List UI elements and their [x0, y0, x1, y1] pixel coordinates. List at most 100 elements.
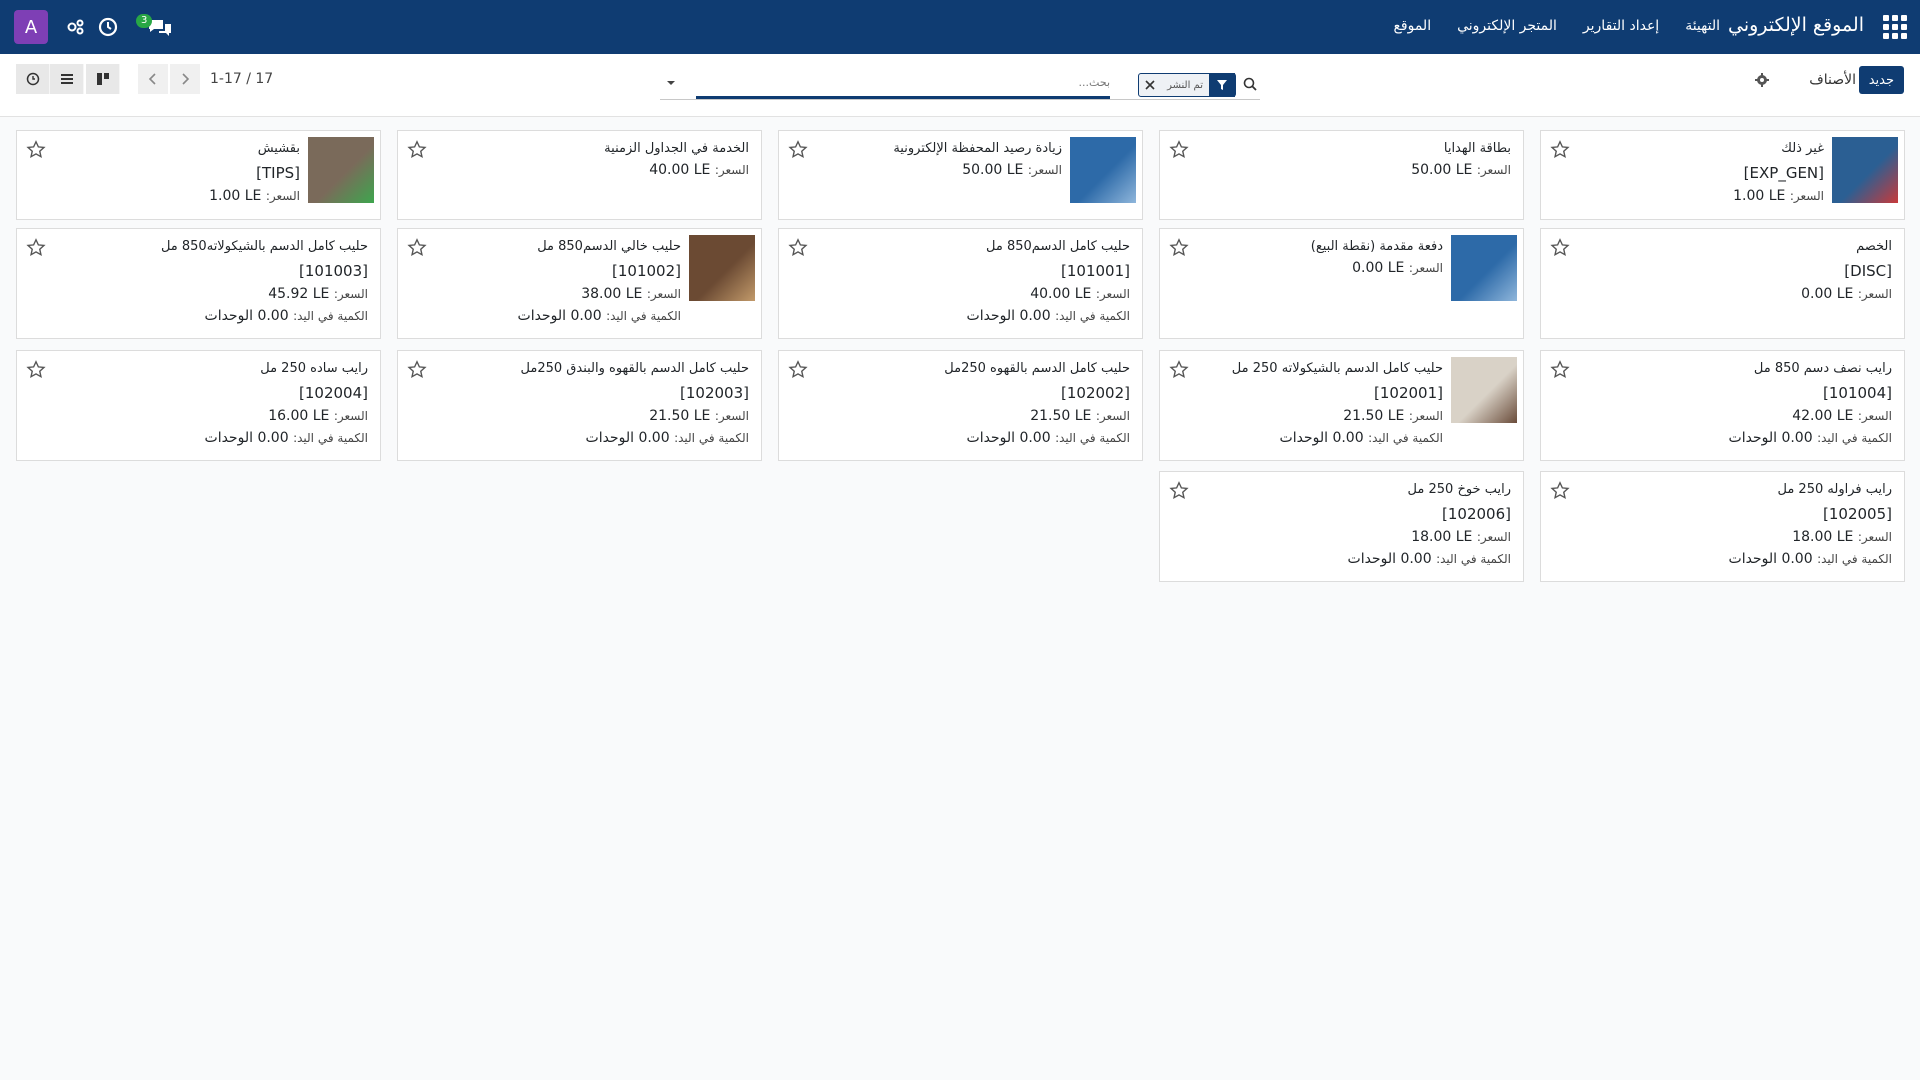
product-card[interactable]: رايب فراوله 250 مل [102005] السعر: 18.00 L…: [1540, 471, 1905, 582]
product-card-body: حليب خالي الدسم850 مل [101002] السعر: 38.0…: [518, 239, 681, 325]
qty-value: 0.00 الوحدات: [966, 430, 1051, 446]
favorite-star-icon[interactable]: [1549, 139, 1571, 161]
product-card-body: بقشيش [TIPS] السعر: 1.00 LE: [209, 141, 300, 205]
product-card[interactable]: غير ذلك [EXP_GEN] السعر: 1.00 LE: [1540, 130, 1905, 220]
apps-menu-icon[interactable]: [1882, 14, 1908, 40]
product-card-body: الخدمة في الجداول الزمنية السعر: 40.00 LE: [604, 141, 749, 179]
debug-icon[interactable]: [64, 15, 88, 39]
pager-value[interactable]: 1-17 / 17: [210, 71, 273, 87]
kanban-view-icon: [96, 73, 109, 85]
facet-remove-icon[interactable]: [1139, 74, 1161, 96]
search-options-toggle-icon[interactable]: [664, 76, 678, 90]
activity-clock-icon[interactable]: [96, 15, 120, 39]
price-value: 50.00 LE: [962, 162, 1024, 178]
product-card[interactable]: حليب كامل الدسم بالشيكولاته 250 مل [10200…: [1159, 350, 1524, 461]
product-card[interactable]: بطاقة الهدايا السعر: 50.00 LE: [1159, 130, 1524, 220]
favorite-star-icon[interactable]: [406, 359, 428, 381]
product-card[interactable]: حليب كامل الدسم850 مل [101001] السعر: 40.0…: [778, 228, 1143, 339]
product-price: السعر: 1.00 LE: [1733, 187, 1824, 205]
price-label: السعر:: [333, 287, 368, 301]
price-value: 16.00 LE: [268, 408, 330, 424]
menu-item-configuration[interactable]: التهيئة: [1685, 18, 1720, 34]
price-value: 1.00 LE: [209, 188, 262, 204]
product-card[interactable]: رايب ساده 250 مل [102004] السعر: 16.00 LE ا…: [16, 350, 381, 461]
product-name: حليب كامل الدسم بالشيكولاته850 مل: [160, 239, 368, 254]
product-code: [TIPS]: [256, 164, 300, 182]
product-name: الخدمة في الجداول الزمنية: [604, 141, 749, 156]
product-price: السعر: 0.00 LE: [1801, 285, 1892, 303]
favorite-star-icon[interactable]: [787, 139, 809, 161]
product-image: [689, 235, 755, 301]
product-code: [101001]: [1061, 262, 1130, 280]
kanban-view-button[interactable]: [86, 64, 120, 94]
product-card-body: حليب كامل الدسم بالشيكولاته 250 مل [10200…: [1232, 361, 1443, 447]
price-label: السعر:: [1476, 530, 1511, 544]
product-card[interactable]: حليب كامل الدسم بالشيكولاته850 مل [101003…: [16, 228, 381, 339]
product-card-body: زيادة رصيد المحفظة الإلكترونية السعر: 50.…: [893, 141, 1062, 179]
pager-next-button[interactable]: [170, 64, 200, 94]
product-card[interactable]: رايب خوخ 250 مل [102006] السعر: 18.00 LE ال…: [1159, 471, 1524, 582]
qty-value: 0.00 الوحدات: [517, 308, 602, 324]
price-label: السعر:: [1095, 287, 1130, 301]
price-label: السعر:: [1857, 530, 1892, 544]
product-card[interactable]: رايب نصف دسم 850 مل [101004] السعر: 42.00 …: [1540, 350, 1905, 461]
product-price: السعر: 18.00 LE: [1729, 528, 1892, 546]
product-card-body: بطاقة الهدايا السعر: 50.00 LE: [1411, 141, 1511, 179]
favorite-star-icon[interactable]: [406, 237, 428, 259]
product-name: حليب كامل الدسم بالقهوه 250مل: [944, 361, 1130, 376]
favorite-star-icon[interactable]: [1168, 480, 1190, 502]
menu-item-ecommerce[interactable]: المتجر الإلكتروني: [1457, 18, 1557, 34]
product-price: السعر: 18.00 LE: [1348, 528, 1511, 546]
product-card-body: غير ذلك [EXP_GEN] السعر: 1.00 LE: [1733, 141, 1824, 205]
price-label: السعر:: [1476, 163, 1511, 177]
qty-label: الكمية في اليد:: [674, 431, 749, 445]
menu-item-website[interactable]: الموقع: [1393, 18, 1431, 34]
product-card[interactable]: الخصم [DISC] السعر: 0.00 LE: [1540, 228, 1905, 339]
favorite-star-icon[interactable]: [787, 359, 809, 381]
gear-icon[interactable]: [1754, 72, 1770, 88]
search-icon[interactable]: [1242, 76, 1258, 92]
product-qty-on-hand: الكمية في اليد: 0.00 الوحدات: [161, 307, 368, 325]
product-card-body: رايب خوخ 250 مل [102006] السعر: 18.00 LE ال…: [1348, 482, 1511, 568]
product-code: [102006]: [1442, 505, 1511, 523]
price-label: السعر:: [1408, 409, 1443, 423]
product-card[interactable]: حليب كامل الدسم بالقهوه 250مل [102002] الس…: [778, 350, 1143, 461]
search-input[interactable]: [700, 72, 1110, 92]
favorite-star-icon[interactable]: [1168, 237, 1190, 259]
app-brand[interactable]: الموقع الإلكتروني: [1728, 14, 1864, 36]
product-price: السعر: 40.00 LE: [604, 161, 749, 179]
activity-view-button[interactable]: [16, 64, 50, 94]
product-card[interactable]: حليب كامل الدسم بالقهوه والبندق 250مل [10…: [397, 350, 762, 461]
product-card[interactable]: الخدمة في الجداول الزمنية السعر: 40.00 LE: [397, 130, 762, 220]
favorite-star-icon[interactable]: [25, 139, 47, 161]
price-label: السعر:: [1095, 409, 1130, 423]
qty-label: الكمية في اليد:: [1055, 431, 1130, 445]
qty-value: 0.00 الوحدات: [966, 308, 1051, 324]
product-card[interactable]: دفعة مقدمة (نقطة البيع) السعر: 0.00 LE: [1159, 228, 1524, 339]
favorite-star-icon[interactable]: [787, 237, 809, 259]
product-name: زيادة رصيد المحفظة الإلكترونية: [893, 141, 1062, 156]
user-avatar[interactable]: A: [14, 10, 48, 44]
favorite-star-icon[interactable]: [25, 237, 47, 259]
price-value: 0.00 LE: [1352, 260, 1405, 276]
favorite-star-icon[interactable]: [1168, 139, 1190, 161]
control-panel: جديد الأصناف تم النشر 1-17 / 17: [0, 54, 1920, 117]
favorite-star-icon[interactable]: [1549, 237, 1571, 259]
pager-previous-button[interactable]: [138, 64, 168, 94]
price-value: 40.00 LE: [649, 162, 711, 178]
favorite-star-icon[interactable]: [25, 359, 47, 381]
favorite-star-icon[interactable]: [1168, 359, 1190, 381]
list-view-button[interactable]: [50, 64, 84, 94]
product-card[interactable]: حليب خالي الدسم850 مل [101002] السعر: 38.0…: [397, 228, 762, 339]
menu-item-reporting[interactable]: إعداد التقارير: [1583, 18, 1659, 34]
favorite-star-icon[interactable]: [406, 139, 428, 161]
product-price: السعر: 21.50 LE: [521, 407, 749, 425]
product-card[interactable]: زيادة رصيد المحفظة الإلكترونية السعر: 50.…: [778, 130, 1143, 220]
new-button[interactable]: جديد: [1858, 66, 1904, 94]
favorite-star-icon[interactable]: [1549, 480, 1571, 502]
favorite-star-icon[interactable]: [1549, 359, 1571, 381]
product-card-body: رايب ساده 250 مل [102004] السعر: 16.00 LE ا…: [205, 361, 368, 447]
product-qty-on-hand: الكمية في اليد: 0.00 الوحدات: [944, 429, 1130, 447]
filter-icon: [1209, 73, 1235, 97]
product-card[interactable]: بقشيش [TIPS] السعر: 1.00 LE: [16, 130, 381, 220]
